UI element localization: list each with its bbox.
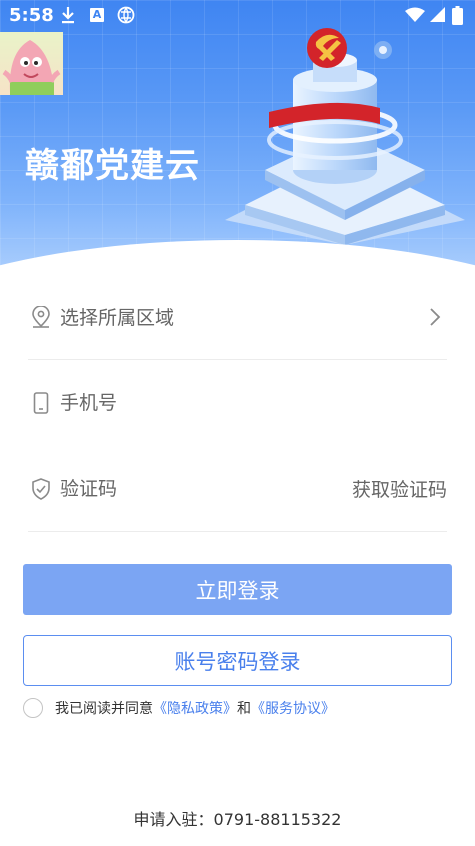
app-title: 赣鄱党建云 [25,146,200,186]
region-selector[interactable]: 选择所属区域 [28,274,447,360]
party-building-illustration [225,28,465,245]
location-pin-icon [30,305,52,328]
region-label: 选择所属区域 [60,307,175,329]
download-icon [62,7,74,24]
agreement-row: 我已阅读并同意 《隐私政策》 和 《服务协议》 [23,697,335,719]
chevron-right-icon [425,307,445,327]
battery-icon [452,6,463,25]
apply-contact: 申请入驻：0791-88115322 [133,810,342,829]
status-time: 5:58 [9,5,54,26]
globe-icon [117,6,135,24]
a-badge-icon: A [90,8,104,22]
phone-input[interactable] [60,392,447,414]
status-bar: 5:58 A [0,0,475,32]
signal-icon [430,7,445,22]
hero-banner: 5:58 A 赣鄱党建云 [0,0,475,270]
phone-row [28,360,447,446]
service-agreement-link[interactable]: 《服务协议》 [251,698,335,718]
avatar-character-icon [2,40,61,95]
login-button[interactable]: 立即登录 [23,564,452,615]
privacy-policy-link[interactable]: 《隐私政策》 [153,698,237,718]
agree-checkbox[interactable] [23,698,43,718]
verification-code-row: 获取验证码 [28,446,447,532]
wifi-icon [405,7,425,22]
shield-check-icon [30,477,52,500]
agreement-prefix: 我已阅读并同意 [55,701,153,717]
get-code-button[interactable]: 获取验证码 [352,475,447,502]
password-login-button[interactable]: 账号密码登录 [23,635,452,686]
phone-icon [30,392,52,414]
user-avatar[interactable] [0,32,63,95]
verification-code-input[interactable] [60,477,352,500]
agreement-conjunction: 和 [237,701,251,717]
